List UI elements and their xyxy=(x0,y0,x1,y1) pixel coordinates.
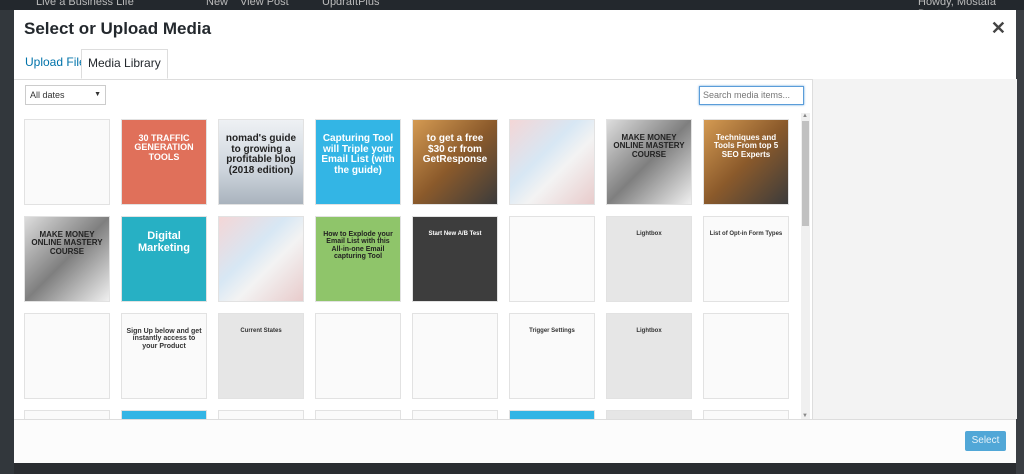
media-thumbnail[interactable] xyxy=(509,216,595,302)
media-thumbnail[interactable]: Sign Up below and get instantly access t… xyxy=(121,313,207,399)
select-button[interactable]: Select xyxy=(965,431,1006,451)
thumbnail-text: List of Opt-in Form Types xyxy=(709,231,783,237)
media-thumbnail[interactable]: Start New A/B Test xyxy=(412,216,498,302)
media-thumbnail[interactable]: 30 TRAFFIC GENERATION TOOLS xyxy=(121,119,207,205)
modal-footer: Select xyxy=(14,419,1016,463)
media-thumbnail[interactable]: nomad's guide to growing a profitable bl… xyxy=(218,119,304,205)
attachment-details-panel xyxy=(812,79,1017,419)
thumbnail-text: Trigger Settings xyxy=(529,328,575,334)
media-thumbnail[interactable]: to get a free $30 cr from GetResponse xyxy=(412,119,498,205)
media-thumbnail[interactable] xyxy=(218,410,304,419)
modal-title: Select or Upload Media xyxy=(24,19,212,38)
media-thumbnail[interactable]: Digital Marketing xyxy=(121,216,207,302)
thumbnail-text: Capturing Tool will Triple your Email Li… xyxy=(321,133,395,176)
thumbnail-text: Current States xyxy=(240,328,282,334)
admin-bar-updraft[interactable]: UpdraftPlus xyxy=(322,0,379,8)
admin-bar-view-post[interactable]: View Post xyxy=(240,0,289,8)
thumbnail-text: MAKE MONEY ONLINE MASTERY COURSE xyxy=(31,230,103,256)
media-modal: Select or Upload Media ✕ Upload Files Me… xyxy=(14,10,1017,463)
media-thumbnail[interactable]: Advanced Features xyxy=(509,410,595,419)
thumbnail-text: Lightbox xyxy=(636,231,662,237)
media-thumbnail[interactable] xyxy=(24,119,110,205)
thumbnail-text: Digital Marketing xyxy=(138,230,190,254)
close-icon[interactable]: ✕ xyxy=(991,18,1006,39)
thumbnail-text: How to Explode your Email List with this… xyxy=(323,231,393,261)
scrollbar-thumb[interactable] xyxy=(802,121,809,226)
thumbnail-text: 30 TRAFFIC GENERATION TOOLS xyxy=(134,133,194,162)
media-thumbnail[interactable]: Thrive Leads SmartLinks xyxy=(412,410,498,419)
media-thumbnail[interactable]: List of Opt-in Form Types xyxy=(703,216,789,302)
media-grid: 30 TRAFFIC GENERATION TOOLS nomad's guide… xyxy=(14,113,812,419)
thumbnail-text: Techniques and Tools From top 5 SEO Expe… xyxy=(713,133,779,159)
tab-media-library[interactable]: Media Library xyxy=(81,49,168,79)
admin-menu-strip xyxy=(0,10,14,474)
date-filter-select[interactable]: All dates ▼ xyxy=(25,85,106,105)
media-thumbnail[interactable] xyxy=(218,216,304,302)
thumbnail-text: Sign Up below and get instantly access t… xyxy=(126,328,202,350)
search-input[interactable]: Search media items... xyxy=(699,86,804,105)
media-thumbnail[interactable]: MAKE MONEY ONLINE MASTERY COURSE xyxy=(24,216,110,302)
chevron-down-icon: ▼ xyxy=(94,91,101,98)
admin-bar-new[interactable]: New xyxy=(206,0,228,8)
media-thumbnail[interactable]: MAKE MONEY ONLINE MASTERY COURSE xyxy=(606,119,692,205)
thumbnail-text: Lightbox xyxy=(636,328,662,334)
media-thumbnail[interactable] xyxy=(703,313,789,399)
media-thumbnail[interactable] xyxy=(24,410,110,419)
media-thumbnail[interactable]: Techniques and Tools From top 5 SEO Expe… xyxy=(703,119,789,205)
grid-scrollbar[interactable]: ▲ ▼ xyxy=(801,113,810,419)
thumbnail-text: to get a free $30 cr from GetResponse xyxy=(422,133,488,165)
media-thumbnail[interactable] xyxy=(24,313,110,399)
date-filter-value: All dates xyxy=(30,90,65,100)
media-thumbnail[interactable] xyxy=(509,119,595,205)
thumbnail-text: MAKE MONEY ONLINE MASTERY COURSE xyxy=(613,133,685,159)
admin-bar-site-name[interactable]: Live a Business Life xyxy=(36,0,134,8)
page-background-strip xyxy=(1016,10,1024,474)
media-thumbnail[interactable] xyxy=(121,410,207,419)
media-thumbnail[interactable] xyxy=(315,313,401,399)
media-thumbnail[interactable] xyxy=(606,410,692,419)
media-thumbnail[interactable]: Trigger Settings xyxy=(509,313,595,399)
media-thumbnail[interactable]: Capturing Tool will Triple your Email Li… xyxy=(315,119,401,205)
thumbnail-text: Start New A/B Test xyxy=(428,231,482,237)
scroll-up-icon[interactable]: ▲ xyxy=(802,113,808,119)
media-thumbnail[interactable] xyxy=(315,410,401,419)
media-thumbnail[interactable] xyxy=(703,410,789,419)
media-thumbnail[interactable] xyxy=(412,313,498,399)
media-thumbnail[interactable]: Lightbox xyxy=(606,313,692,399)
media-thumbnail[interactable]: Current States xyxy=(218,313,304,399)
admin-bar: Live a Business Life New View Post Updra… xyxy=(0,0,1024,20)
media-toolbar: All dates ▼ Search media items... xyxy=(14,79,812,113)
media-thumbnail[interactable]: How to Explode your Email List with this… xyxy=(315,216,401,302)
media-thumbnail[interactable]: Lightbox xyxy=(606,216,692,302)
modal-tabs: Upload Files Media Library xyxy=(14,43,1016,80)
thumbnail-text: nomad's guide to growing a profitable bl… xyxy=(225,133,297,176)
